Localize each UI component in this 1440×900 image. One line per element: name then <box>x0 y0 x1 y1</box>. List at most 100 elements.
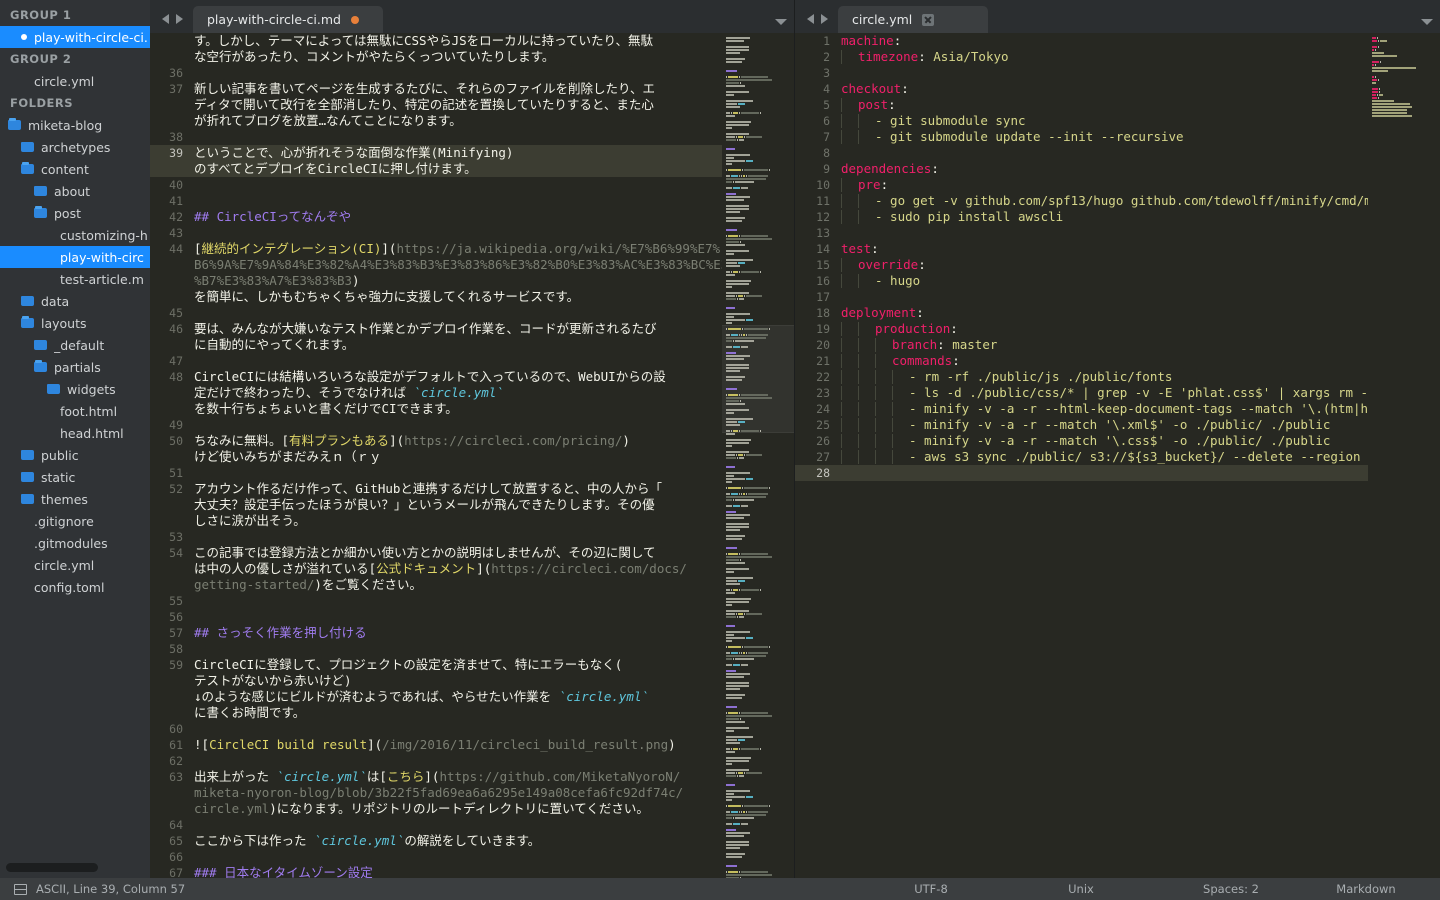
code-line[interactable]: しさに涙が出そう。 <box>150 513 722 529</box>
line-endings-status[interactable]: Unix <box>1006 882 1156 896</box>
code-line[interactable]: 13 <box>795 225 1368 241</box>
sidebar-item-partials[interactable]: partials <box>0 356 150 378</box>
code-line[interactable]: テストがないから赤いけど) <box>150 673 722 689</box>
code-line[interactable]: 6 - git submodule sync <box>795 113 1368 129</box>
tab-next-icon[interactable] <box>176 14 183 24</box>
tab-circle-yml[interactable]: circle.yml <box>838 6 988 33</box>
code-line[interactable]: を簡単に、しかもむちゃくちゃ強力に支援してくれるサービスです。 <box>150 289 722 305</box>
code-line[interactable]: 58 <box>150 641 722 657</box>
code-line[interactable]: 39 ということで、心が折れそうな面倒な作業(Minifying) <box>150 145 722 161</box>
code-line[interactable]: 43 <box>150 225 722 241</box>
sidebar-item-circle-yml[interactable]: circle.yml <box>0 70 150 92</box>
code-line[interactable]: 8 <box>795 145 1368 161</box>
sidebar-item-content[interactable]: content <box>0 158 150 180</box>
code-line[interactable]: 62 <box>150 753 722 769</box>
code-line[interactable]: 22 - rm -rf ./public/js ./public/fonts <box>795 369 1368 385</box>
code-line[interactable]: は中の人の優しさが溢れている[公式ドキュメント](https://circlec… <box>150 561 722 577</box>
code-line[interactable]: 42 ## CircleCIってなんぞや <box>150 209 722 225</box>
file-sidebar[interactable]: GROUP 1 play-with-circle-ci.md GROUP 2 circ… <box>0 0 150 878</box>
sidebar-item-test-article-m[interactable]: test-article.m <box>0 268 150 290</box>
sidebar-item-head-html[interactable]: head.html <box>0 422 150 444</box>
code-line[interactable]: 66 <box>150 849 722 865</box>
code-line[interactable]: getting-started/)をご覧ください。 <box>150 577 722 593</box>
code-line[interactable]: 4 checkout: <box>795 81 1368 97</box>
syntax-status[interactable]: Markdown <box>1306 882 1426 896</box>
code-line[interactable]: 12 - sudo pip install awscli <box>795 209 1368 225</box>
tab-prev-icon[interactable] <box>162 14 169 24</box>
code-line[interactable]: 49 <box>150 417 722 433</box>
code-line[interactable]: 25 - minify -v -a -r --match '\.xml$' -o … <box>795 417 1368 433</box>
code-line[interactable]: 47 <box>150 353 722 369</box>
sidebar-item-archetypes[interactable]: archetypes <box>0 136 150 158</box>
code-line[interactable]: %B7%E3%83%A7%E3%83%B3) <box>150 273 722 289</box>
code-line[interactable]: 9 dependencies: <box>795 161 1368 177</box>
sidebar-item-circle-yml[interactable]: circle.yml <box>0 554 150 576</box>
sidebar-item--gitignore[interactable]: .gitignore <box>0 510 150 532</box>
code-line[interactable]: 44 [継続的インテグレーション(CI)](https://ja.wikipedi… <box>150 241 722 257</box>
code-line[interactable]: 41 <box>150 193 722 209</box>
code-line[interactable]: 55 <box>150 593 722 609</box>
code-line[interactable]: 14 test: <box>795 241 1368 257</box>
sidebar-tree[interactable]: GROUP 1 play-with-circle-ci.md GROUP 2 circ… <box>0 4 150 598</box>
sidebar-item-layouts[interactable]: layouts <box>0 312 150 334</box>
code-line[interactable]: B6%9A%E7%9A%84%E3%82%A4%E3%83%B3%E3%83%8… <box>150 257 722 273</box>
code-line[interactable]: 40 <box>150 177 722 193</box>
sidebar-item-post[interactable]: post <box>0 202 150 224</box>
code-line[interactable]: 65 ここから下は作った `circle.yml`の解説をしていきます。 <box>150 833 722 849</box>
code-line[interactable]: 大丈夫？設定手伝ったほうが良い？」というメールが飛んできたりします。その優 <box>150 497 722 513</box>
code-line[interactable]: 54 この記事では登録方法とか細かい使い方とかの説明はしませんが、その辺に関して <box>150 545 722 561</box>
code-line[interactable]: 27 - aws s3 sync ./public/ s3://${s3_buck… <box>795 449 1368 465</box>
code-line[interactable]: 5 post: <box>795 97 1368 113</box>
code-line[interactable]: 18 deployment: <box>795 305 1368 321</box>
code-line[interactable]: 26 - minify -v -a -r --match '\.css$' -o … <box>795 433 1368 449</box>
code-line[interactable]: 38 <box>150 129 722 145</box>
code-line[interactable]: 53 <box>150 529 722 545</box>
code-line[interactable]: 19 production: <box>795 321 1368 337</box>
sidebar-item-miketa-blog[interactable]: miketa-blog <box>0 114 150 136</box>
code-line[interactable]: 60 <box>150 721 722 737</box>
sidebar-item-customizing-h[interactable]: customizing-h <box>0 224 150 246</box>
code-line[interactable]: 48 CircleCIには結構いろいろな設定がデフォルトで入っているので、WebU… <box>150 369 722 385</box>
sidebar-item-widgets[interactable]: widgets <box>0 378 150 400</box>
code-line[interactable]: 64 <box>150 817 722 833</box>
left-tab-overflow-icon[interactable] <box>775 19 787 25</box>
sidebar-item-themes[interactable]: themes <box>0 488 150 510</box>
sidebar-toggle-icon[interactable] <box>14 883 27 895</box>
right-minimap[interactable] <box>1368 33 1440 878</box>
code-line[interactable]: 1 machine: <box>795 33 1368 49</box>
code-line[interactable]: 16 - hugo <box>795 273 1368 289</box>
code-line[interactable]: circle.yml)になります。リポジトリのルートディレクトリに置いてください… <box>150 801 722 817</box>
code-line[interactable]: 59 CircleCIに登録して、プロジェクトの設定を済ませて、特にエラーもなく( <box>150 657 722 673</box>
left-minimap[interactable] <box>722 33 794 878</box>
code-line[interactable]: 36 <box>150 65 722 81</box>
sidebar-item-about[interactable]: about <box>0 180 150 202</box>
code-line[interactable]: ディタで開いて改行を全部消したり、特定の記述を置換していたりすると、また心 <box>150 97 722 113</box>
code-line[interactable]: 51 <box>150 465 722 481</box>
code-line[interactable]: 3 <box>795 65 1368 81</box>
code-line[interactable]: 7 - git submodule update --init --recursi… <box>795 129 1368 145</box>
code-line[interactable]: 45 <box>150 305 722 321</box>
code-line[interactable]: に自動的にやってくれます。 <box>150 337 722 353</box>
code-line[interactable]: 15 override: <box>795 257 1368 273</box>
code-line[interactable]: が折れてブログを放置…なんてことになります。 <box>150 113 722 129</box>
code-line[interactable]: 11 - go get -v github.com/spf13/hugo gith… <box>795 193 1368 209</box>
sidebar-item-config-toml[interactable]: config.toml <box>0 576 150 598</box>
code-line[interactable]: 17 <box>795 289 1368 305</box>
code-line[interactable]: 23 - ls -d ./public/css/* | grep -v -E 'p… <box>795 385 1368 401</box>
code-line[interactable]: miketa-nyoron-blog/blob/3b22f5fad69ea6a6… <box>150 785 722 801</box>
markdown-document[interactable]: す。しかし、テーマによっては無駄にCSSやらJSをローカルに持っていたり、無駄な… <box>150 33 722 878</box>
code-line[interactable]: す。しかし、テーマによっては無駄にCSSやらJSをローカルに持っていたり、無駄 <box>150 33 722 49</box>
code-line[interactable]: 10 pre: <box>795 177 1368 193</box>
yaml-document[interactable]: 1 machine: 2 timezone: Asia/Tokyo 3 4 checkou… <box>795 33 1368 878</box>
indentation-status[interactable]: Spaces: 2 <box>1156 882 1306 896</box>
code-line[interactable]: 46 要は、みんなが大嫌いなテスト作業とかデプロイ作業を、コードが更新されるたび <box>150 321 722 337</box>
code-line[interactable]: な空行があったり、コメントがやたらくっついていたりします。 <box>150 49 722 65</box>
left-tab-nav[interactable] <box>150 14 193 33</box>
sidebar-item-data[interactable]: data <box>0 290 150 312</box>
code-line[interactable]: 24 - minify -v -a -r --html-keep-document… <box>795 401 1368 417</box>
sidebar-item-play-with-circle-ci-md[interactable]: play-with-circle-ci.md <box>0 26 150 48</box>
unsaved-changes-icon[interactable] <box>350 15 359 24</box>
close-icon[interactable] <box>922 13 935 26</box>
sidebar-item-play-with-circ[interactable]: play-with-circ <box>0 246 150 268</box>
code-line[interactable]: 20 branch: master <box>795 337 1368 353</box>
